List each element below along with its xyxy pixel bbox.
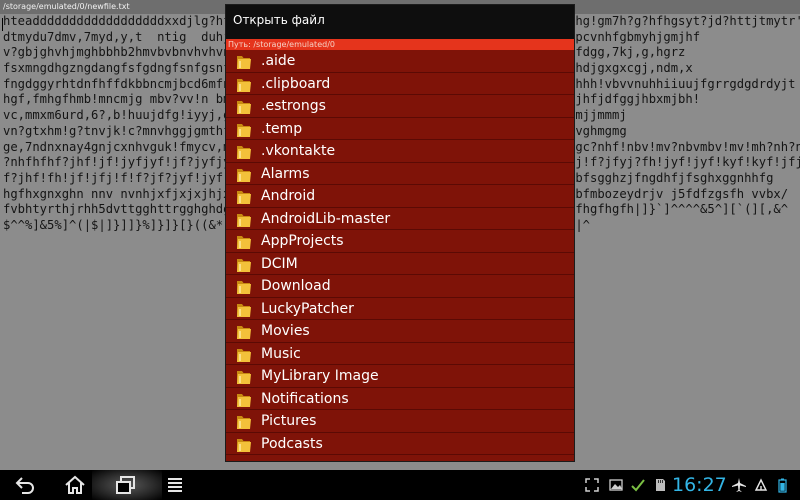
recent-apps-icon [116,476,135,494]
folder-name: Podcasts [261,435,323,452]
folder-item[interactable]: Android [226,185,574,208]
folder-item[interactable] [226,455,574,461]
folder-name: DCIM [261,255,298,272]
folder-icon [236,166,252,183]
folder-icon [236,391,252,408]
folder-name: Pictures [261,413,317,429]
folder-name: .vkontakte [261,143,336,159]
folder-icon [236,458,252,461]
folder-item[interactable]: Alarms [226,162,574,185]
folder-icon [236,436,252,453]
gallery-icon[interactable] [608,477,624,493]
airplane-mode-icon [731,477,747,493]
status-clock: 16:27 [672,474,727,496]
folder-item[interactable]: AndroidLib-master [226,207,574,230]
folder-icon [236,143,252,160]
folder-name: Alarms [261,165,310,182]
folder-item[interactable]: Movies [226,320,574,343]
folder-item[interactable]: AppProjects [226,230,574,253]
folder-item[interactable]: .aide [226,50,574,73]
folder-item[interactable]: Download [226,275,574,298]
folder-icon [236,53,252,70]
folder-icon [236,256,252,273]
folder-name: .clipboard [261,75,331,92]
folder-item[interactable]: .temp [226,117,574,140]
path-label: Путь: /storage/emulated/0 [226,39,574,50]
folder-name: AndroidLib-master [261,210,391,227]
back-button[interactable] [13,473,37,497]
folder-item[interactable]: Notifications [226,387,574,410]
signal-icon [753,477,769,493]
folder-icon [236,188,252,205]
home-icon [65,475,85,494]
folder-name: .aide [261,53,296,69]
sd-card-icon[interactable] [652,477,668,493]
folder-list[interactable]: .aide .clipboard .estrongs .temp .vkontakte A… [226,50,574,461]
folder-icon [236,413,252,430]
folder-name: Download [261,278,331,294]
folder-name: .estrongs [261,98,326,114]
folder-item[interactable]: .vkontakte [226,140,574,163]
battery-icon [774,477,790,493]
folder-name: MyLibrary Image [261,368,379,384]
folder-icon [236,323,252,340]
system-navigation-bar: 16:27 [0,470,800,500]
folder-name: Movies [261,323,310,339]
folder-icon [236,346,252,363]
folder-name: Music [261,345,301,362]
dialog-title: Открыть файл [226,5,574,39]
folder-item[interactable]: MyLibrary Image [226,365,574,388]
folder-name: AppProjects [261,233,344,249]
folder-item[interactable]: .clipboard [226,72,574,95]
folder-icon [236,98,252,115]
screenshot-icon[interactable] [584,477,600,493]
folder-icon [236,233,252,250]
folder-icon [236,278,252,295]
folder-icon [236,76,252,93]
text-caret [2,18,3,31]
folder-item[interactable]: Podcasts [226,432,574,455]
folder-item[interactable]: LuckyPatcher [226,297,574,320]
folder-icon [236,368,252,385]
folder-name: Notifications [261,390,349,407]
open-file-dialog: Открыть файл Путь: /storage/emulated/0 .… [225,4,575,462]
home-button[interactable] [63,473,87,497]
menu-icon [168,478,182,492]
folder-item[interactable]: Pictures [226,410,574,433]
folder-name: Android [261,188,316,204]
folder-item[interactable]: DCIM [226,252,574,275]
folder-name: LuckyPatcher [261,300,354,317]
folder-icon [236,301,252,318]
menu-button[interactable] [163,473,187,497]
folder-item[interactable]: Music [226,342,574,365]
recent-apps-button[interactable] [114,473,138,497]
folder-icon [236,121,252,138]
folder-name: .temp [261,120,303,137]
folder-icon [236,211,252,228]
checkmark-icon[interactable] [630,477,646,493]
folder-item[interactable]: .estrongs [226,95,574,118]
back-icon [15,477,34,494]
